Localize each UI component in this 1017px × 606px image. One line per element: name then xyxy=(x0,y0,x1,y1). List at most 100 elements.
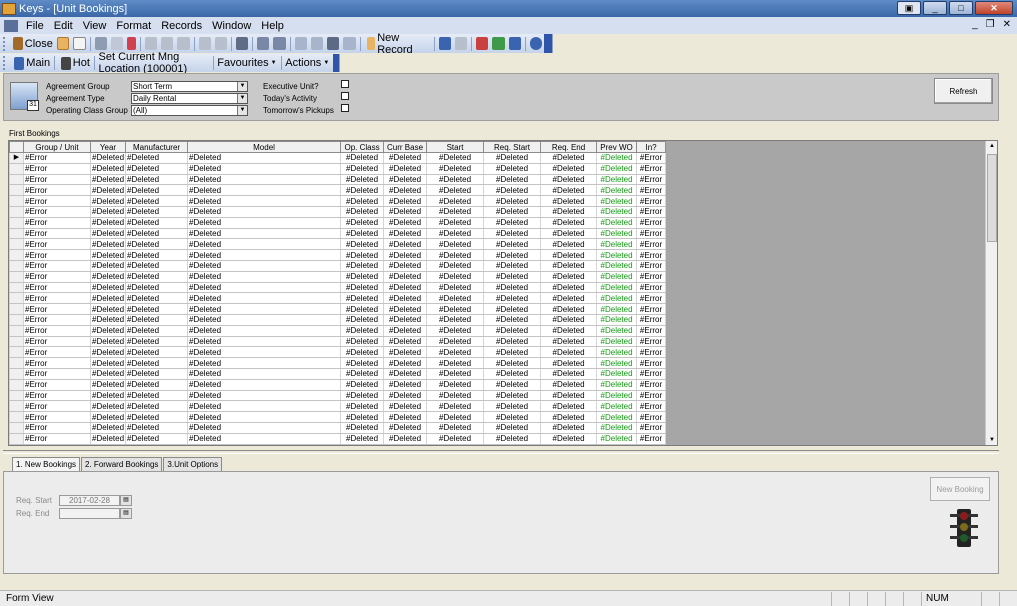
table-cell[interactable]: #Deleted xyxy=(426,389,485,402)
menu-format[interactable]: Format xyxy=(111,20,156,32)
table-cell[interactable]: #Deleted xyxy=(340,205,385,218)
table-cell[interactable]: #Deleted xyxy=(483,389,542,402)
table-cell[interactable]: #Error xyxy=(23,411,91,423)
table-cell[interactable]: #Error xyxy=(23,378,91,391)
table-cell[interactable]: #Deleted xyxy=(540,346,598,359)
row-selector[interactable] xyxy=(9,184,24,197)
table-cell[interactable]: #Deleted xyxy=(187,303,342,315)
table-cell[interactable]: #Deleted xyxy=(483,152,542,164)
table-cell[interactable]: #Deleted xyxy=(383,346,428,359)
table-cell[interactable]: #Deleted xyxy=(596,346,638,359)
table-cell[interactable]: #Deleted xyxy=(596,205,638,218)
table-cell[interactable]: #Deleted xyxy=(540,238,598,251)
table-cell[interactable]: #Deleted xyxy=(596,421,638,434)
refresh-button[interactable]: Refresh xyxy=(934,78,993,104)
table-row[interactable]: #Error #Deleted #Deleted #Deleted #Deleted #D… xyxy=(9,432,667,445)
toolbar-grip[interactable] xyxy=(3,56,6,70)
table-cell[interactable]: #Deleted xyxy=(426,238,485,251)
table-cell[interactable]: #Deleted xyxy=(596,162,638,175)
table-cell[interactable]: #Deleted xyxy=(540,367,598,380)
table-cell[interactable]: #Deleted xyxy=(187,367,342,380)
table-cell[interactable]: #Error xyxy=(23,216,91,229)
table-cell[interactable]: #Deleted xyxy=(340,281,385,294)
table-cell[interactable]: #Error xyxy=(23,432,91,445)
table-cell[interactable]: #Deleted xyxy=(596,389,638,402)
toolbar-options-chevron-icon[interactable] xyxy=(544,34,552,53)
chevron-down-icon[interactable]: ▼ xyxy=(237,94,247,103)
table-cell[interactable]: #Deleted xyxy=(596,270,638,283)
tab-unit-options[interactable]: 3.Unit Options xyxy=(163,457,223,471)
undo-icon[interactable] xyxy=(454,37,468,50)
table-cell[interactable]: #Deleted xyxy=(426,195,485,207)
table-cell[interactable]: #Deleted xyxy=(340,335,385,348)
row-selector[interactable] xyxy=(9,324,24,337)
table-cell[interactable]: #Deleted xyxy=(340,270,385,283)
mdi-close-button[interactable]: ✕ xyxy=(1003,19,1011,30)
row-selector[interactable] xyxy=(9,173,24,186)
table-cell[interactable]: #Error xyxy=(23,400,91,413)
table-cell[interactable]: #Deleted xyxy=(483,270,542,283)
menu-edit[interactable]: Edit xyxy=(49,20,78,32)
tomorrows-pickups-checkbox[interactable] xyxy=(341,104,349,112)
table-cell[interactable]: #Error xyxy=(636,346,667,359)
table-cell[interactable]: #Deleted xyxy=(426,162,485,175)
column-header[interactable]: Year xyxy=(89,141,127,153)
table-cell[interactable]: #Error xyxy=(636,173,667,186)
table-cell[interactable]: #Deleted xyxy=(187,324,342,337)
table-row[interactable]: #Error #Deleted #Deleted #Deleted #Deleted #D… xyxy=(9,378,667,391)
table-cell[interactable]: #Deleted xyxy=(340,303,385,315)
table-cell[interactable]: #Deleted xyxy=(483,173,542,186)
table-cell[interactable]: #Deleted xyxy=(483,367,542,380)
remove-filter-icon[interactable] xyxy=(343,37,356,50)
scroll-up-icon[interactable]: ▲ xyxy=(986,141,997,151)
table-cell[interactable]: #Deleted xyxy=(483,411,542,423)
table-cell[interactable]: #Deleted xyxy=(540,432,598,445)
table-cell[interactable]: #Deleted xyxy=(383,357,428,369)
menu-window[interactable]: Window xyxy=(207,20,256,32)
table-cell[interactable]: #Deleted xyxy=(125,173,189,186)
table-cell[interactable]: #Deleted xyxy=(125,335,189,348)
table-row[interactable]: #Error #Deleted #Deleted #Deleted #Deleted #D… xyxy=(9,346,667,359)
new-booking-button[interactable]: New Booking xyxy=(930,477,990,501)
row-selector[interactable] xyxy=(9,249,24,261)
req-start-field[interactable]: 2017-02-28 xyxy=(59,495,120,506)
column-header[interactable]: Req. Start xyxy=(483,141,542,153)
table-cell[interactable]: #Error xyxy=(636,270,667,283)
table-cell[interactable]: #Deleted xyxy=(383,152,428,164)
column-header[interactable]: Req. End xyxy=(540,141,598,153)
executive-unit-checkbox[interactable] xyxy=(341,80,349,88)
menu-records[interactable]: Records xyxy=(156,20,207,32)
row-selector[interactable] xyxy=(9,400,24,413)
table-cell[interactable]: #Deleted xyxy=(125,227,189,240)
table-cell[interactable]: #Deleted xyxy=(125,324,189,337)
table-cell[interactable]: #Deleted xyxy=(89,313,127,326)
table-cell[interactable]: #Deleted xyxy=(596,367,638,380)
table-cell[interactable]: #Deleted xyxy=(383,303,428,315)
table-cell[interactable]: #Deleted xyxy=(596,313,638,326)
table-cell[interactable]: #Error xyxy=(23,324,91,337)
table-cell[interactable]: #Deleted xyxy=(187,259,342,272)
table-cell[interactable]: #Deleted xyxy=(125,281,189,294)
table-cell[interactable]: #Deleted xyxy=(340,259,385,272)
table-cell[interactable]: #Deleted xyxy=(426,367,485,380)
table-cell[interactable]: #Deleted xyxy=(125,238,189,251)
table-cell[interactable]: #Deleted xyxy=(596,173,638,186)
table-cell[interactable]: #Deleted xyxy=(596,281,638,294)
row-selector[interactable] xyxy=(9,205,24,218)
row-selector[interactable] xyxy=(9,367,24,380)
table-cell[interactable]: #Deleted xyxy=(89,259,127,272)
table-cell[interactable]: #Deleted xyxy=(483,216,542,229)
column-header[interactable]: Op. Class xyxy=(340,141,385,153)
table-cell[interactable]: #Error xyxy=(23,292,91,305)
table-cell[interactable]: #Deleted xyxy=(125,195,189,207)
table-cell[interactable]: #Deleted xyxy=(125,162,189,175)
table-cell[interactable]: #Error xyxy=(636,411,667,423)
table-cell[interactable]: #Deleted xyxy=(187,346,342,359)
table-cell[interactable]: #Deleted xyxy=(383,184,428,197)
table-cell[interactable]: #Deleted xyxy=(596,238,638,251)
table-cell[interactable]: #Deleted xyxy=(426,184,485,197)
mdi-restore-button[interactable]: ❐ xyxy=(986,19,995,30)
table-cell[interactable]: #Deleted xyxy=(483,205,542,218)
table-cell[interactable]: #Error xyxy=(636,400,667,413)
table-cell[interactable]: #Error xyxy=(636,205,667,218)
